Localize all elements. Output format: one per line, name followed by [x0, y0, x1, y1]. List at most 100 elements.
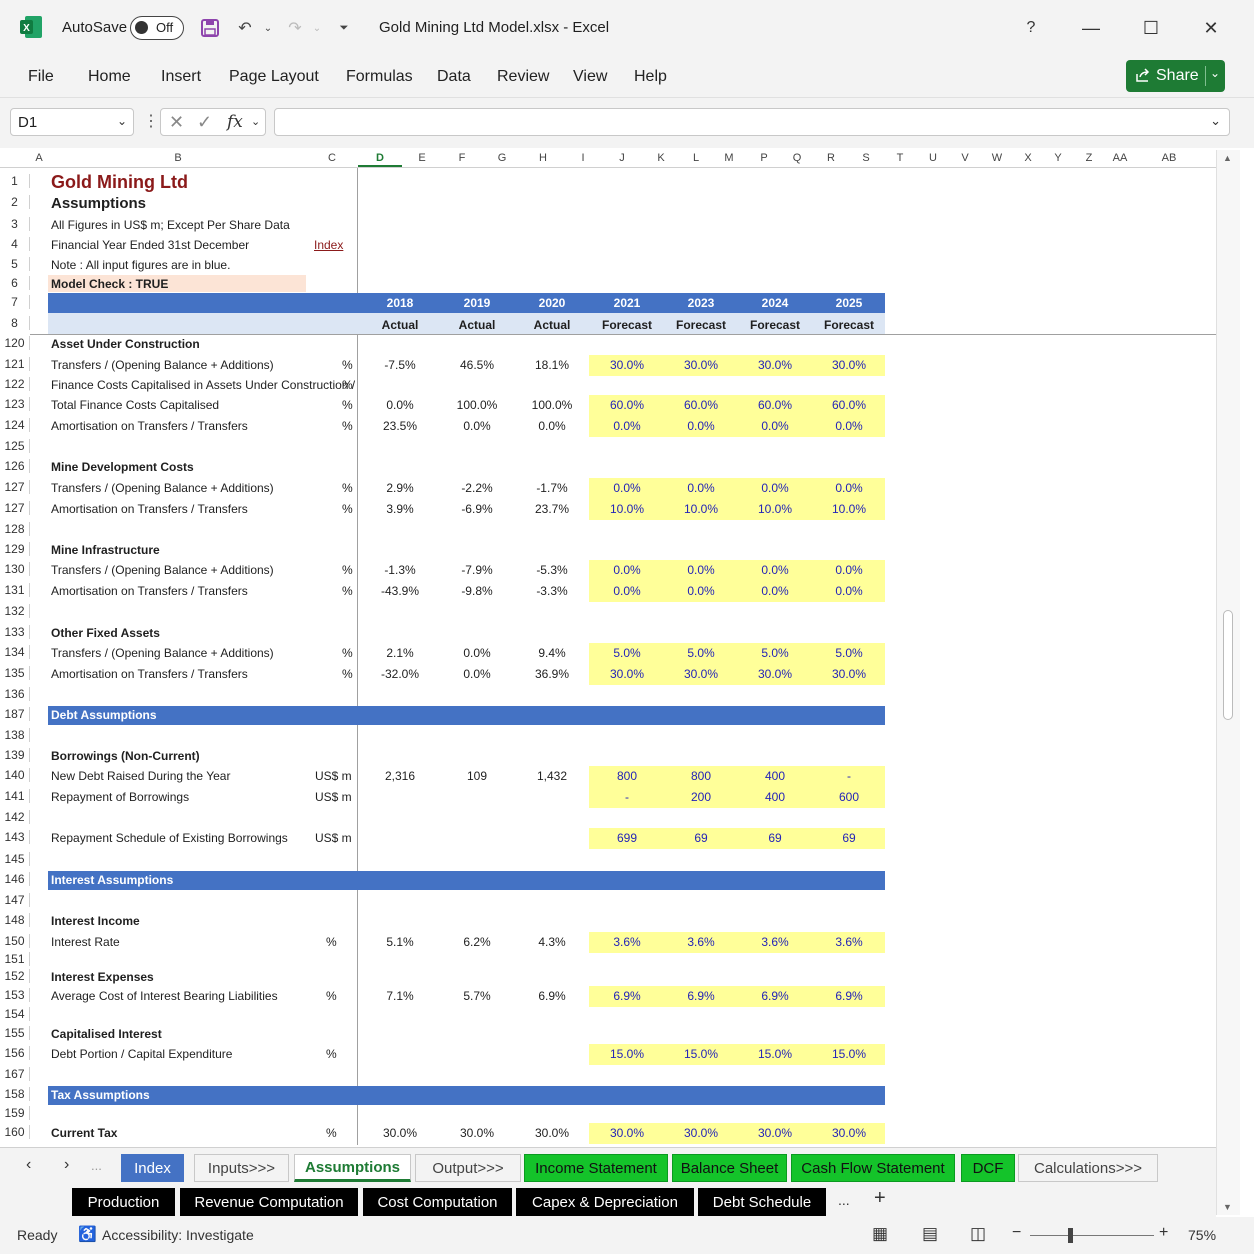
row-label[interactable]: Amortisation on Transfers / Transfers [51, 502, 248, 516]
value-cell[interactable]: 5.0% [814, 646, 884, 660]
row-label[interactable]: Transfers / (Opening Balance + Additions… [51, 563, 274, 577]
value-cell[interactable]: 30.0% [740, 358, 810, 372]
value-cell[interactable]: 0.0% [592, 481, 662, 495]
value-cell[interactable]: 0.0% [814, 419, 884, 433]
accessibility-icon[interactable]: ♿ [78, 1225, 97, 1243]
column-header-y[interactable]: Y [1048, 152, 1068, 164]
row-label[interactable]: Average Cost of Interest Bearing Liabili… [51, 989, 278, 1003]
value-cell[interactable]: -1.3% [365, 563, 435, 577]
column-header-s[interactable]: S [856, 152, 876, 164]
row-header[interactable]: 156 [0, 1046, 30, 1060]
column-header-h[interactable]: H [533, 152, 553, 164]
value-cell[interactable]: 0.0% [517, 419, 587, 433]
value-cell[interactable]: 36.9% [517, 667, 587, 681]
row-header[interactable]: 8 [0, 316, 30, 330]
value-cell[interactable]: 5.1% [365, 935, 435, 949]
tab-review[interactable]: Review [497, 68, 549, 86]
row-header[interactable]: 127 [0, 480, 30, 494]
autosave-toggle[interactable]: Off [130, 16, 184, 40]
value-cell[interactable]: 699 [592, 831, 662, 845]
value-cell[interactable]: 30.0% [814, 1126, 884, 1140]
undo-dropdown-icon[interactable]: ⌄ [256, 16, 280, 40]
value-cell[interactable]: 1,432 [517, 769, 587, 783]
row-header[interactable]: 127 [0, 501, 30, 515]
value-cell[interactable]: 2,316 [365, 769, 435, 783]
row-header[interactable]: 147 [0, 893, 30, 907]
value-cell[interactable]: 6.2% [442, 935, 512, 949]
row-header[interactable]: 124 [0, 418, 30, 432]
row-header[interactable]: 142 [0, 810, 30, 824]
row-label[interactable]: Current Tax [51, 1126, 117, 1140]
value-cell[interactable]: 6.9% [517, 989, 587, 1003]
value-cell[interactable]: -3.3% [517, 584, 587, 598]
row-header[interactable]: 125 [0, 439, 30, 453]
value-cell[interactable]: 10.0% [814, 502, 884, 516]
insert-function-icon[interactable]: fx [227, 112, 243, 132]
row-header[interactable]: 5 [0, 257, 30, 271]
row-header[interactable]: 120 [0, 336, 30, 350]
add-sheet-button[interactable]: + [874, 1187, 886, 1210]
column-header-x[interactable]: X [1018, 152, 1038, 164]
chevron-down-icon[interactable]: ⌄ [117, 114, 127, 128]
page-break-view-icon[interactable]: ◫ [970, 1224, 986, 1244]
row-header[interactable]: 135 [0, 666, 30, 680]
value-cell[interactable]: 6.9% [814, 989, 884, 1003]
more-options-icon[interactable]: ⋮ [143, 111, 159, 131]
value-cell[interactable]: 6.9% [740, 989, 810, 1003]
column-header-m[interactable]: M [719, 152, 739, 164]
formula-input[interactable]: ⌄ [274, 108, 1230, 136]
row-header[interactable]: 128 [0, 522, 30, 536]
row-header[interactable]: 121 [0, 357, 30, 371]
sheet-tab[interactable]: Inputs>>> [194, 1154, 289, 1182]
expand-formula-icon[interactable]: ⌄ [1210, 113, 1221, 129]
tab-file[interactable]: File [28, 68, 54, 86]
value-cell[interactable]: 3.9% [365, 502, 435, 516]
row-label[interactable]: Mine Infrastructure [51, 543, 160, 557]
vertical-scrollbar[interactable]: ▲ ▼ [1216, 150, 1240, 1215]
value-cell[interactable]: 200 [666, 790, 736, 804]
row-label[interactable]: New Debt Raised During the Year [51, 769, 230, 783]
redo-dropdown-icon[interactable]: ⌄ [305, 16, 329, 40]
tab-more-left[interactable]: ... [91, 1158, 102, 1173]
tab-data[interactable]: Data [437, 68, 471, 86]
value-cell[interactable]: 30.0% [666, 1126, 736, 1140]
value-cell[interactable]: 30.0% [592, 1126, 662, 1140]
page-layout-view-icon[interactable]: ▤ [922, 1224, 938, 1244]
value-cell[interactable]: 60.0% [814, 398, 884, 412]
function-dropdown-icon[interactable]: ⌄ [251, 115, 260, 128]
tab-insert[interactable]: Insert [161, 68, 201, 86]
value-cell[interactable]: 3.6% [740, 935, 810, 949]
value-cell[interactable]: 3.6% [592, 935, 662, 949]
column-header-d[interactable]: D [358, 150, 402, 167]
row-header[interactable]: 160 [0, 1125, 30, 1139]
value-cell[interactable]: -6.9% [442, 502, 512, 516]
row-header[interactable]: 3 [0, 217, 30, 231]
row-header[interactable]: 148 [0, 913, 30, 927]
name-box[interactable]: D1 ⌄ [10, 108, 134, 136]
column-header-a[interactable]: A [29, 152, 49, 164]
value-cell[interactable]: 9.4% [517, 646, 587, 660]
row-header[interactable]: 140 [0, 768, 30, 782]
redo-icon[interactable]: ↷ [283, 16, 307, 40]
value-cell[interactable]: 800 [666, 769, 736, 783]
row-label[interactable]: Amortisation on Transfers / Transfers [51, 419, 248, 433]
value-cell[interactable]: 0.0% [442, 667, 512, 681]
row-label[interactable]: Asset Under Construction [51, 337, 200, 351]
value-cell[interactable]: 0.0% [592, 563, 662, 577]
tab-more-right[interactable]: ... [838, 1192, 850, 1208]
column-header-t[interactable]: T [890, 152, 910, 164]
value-cell[interactable]: 30.0% [666, 667, 736, 681]
value-cell[interactable]: 5.0% [592, 646, 662, 660]
tab-scroll-left-icon[interactable]: ‹ [26, 1156, 31, 1174]
value-cell[interactable]: - [814, 769, 884, 783]
row-header[interactable]: 158 [0, 1087, 30, 1101]
tab-formulas[interactable]: Formulas [346, 68, 413, 86]
value-cell[interactable]: 30.0% [592, 667, 662, 681]
row-header[interactable]: 150 [0, 934, 30, 948]
row-header[interactable]: 2 [0, 195, 30, 209]
row-header[interactable]: 1 [0, 174, 30, 188]
value-cell[interactable]: -1.7% [517, 481, 587, 495]
column-header-f[interactable]: F [452, 152, 472, 164]
sheet-tab[interactable]: Cost Computation [363, 1188, 512, 1216]
row-label[interactable]: Interest Expenses [51, 970, 154, 984]
